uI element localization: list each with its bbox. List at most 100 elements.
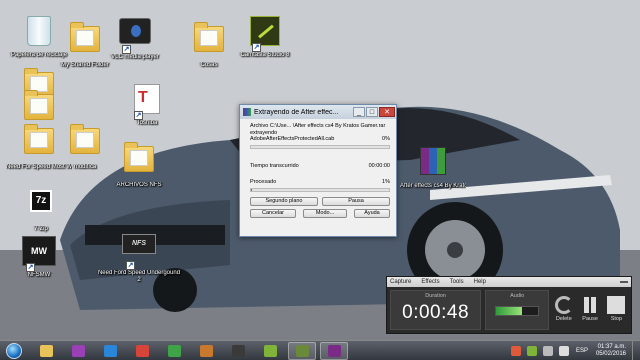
camtasia-icon: ↗ (248, 16, 282, 52)
recorder-minimize-button[interactable] (620, 281, 628, 283)
tray-app-icon[interactable] (526, 345, 537, 356)
archive-path: Archivo C:\Use... \After effects cs4 By … (250, 123, 386, 129)
start-button[interactable] (0, 341, 28, 360)
folder-icon (22, 90, 56, 128)
menu-capture[interactable]: Capture (390, 279, 411, 285)
dialog-title: Extrayendo de After effec... (254, 108, 339, 116)
ie-icon (103, 344, 117, 357)
camtasia-icon (263, 344, 277, 357)
clock[interactable]: 01:37 a.m. 05/02/2016 (596, 344, 626, 358)
stop-icon (607, 296, 626, 314)
toshiba-icon: T ↗ (130, 84, 164, 120)
audio-label: Audio (510, 293, 525, 299)
folder-icon (68, 124, 102, 162)
clock-time: 01:37 a.m. (597, 343, 626, 350)
desktop-icon-label: After effects cs4 By Kratos Gamer (400, 183, 466, 189)
menu-help[interactable]: Help (474, 279, 486, 285)
folder-icon (22, 124, 56, 162)
nfsmw-icon: MW ↗ (22, 236, 56, 272)
recycle-bin-icon (22, 16, 56, 50)
audio-level-meter[interactable] (495, 306, 540, 316)
file-percent: 0% (382, 136, 390, 142)
elapsed-value: 00:00:00 (368, 162, 390, 169)
desktop-icon-camtasia[interactable]: ↗ Camtasia Studio 8 (232, 14, 298, 59)
game-icon (199, 344, 213, 357)
taskbar-app-winrar[interactable] (320, 341, 348, 360)
taskbar-app-file-explorer[interactable] (32, 342, 60, 360)
vlc-icon: ↗ (118, 18, 152, 54)
taskbar-app-game[interactable] (192, 342, 220, 360)
7zip-icon: 7z (24, 190, 58, 224)
media-icon (71, 344, 85, 357)
desktop-icon-label: Cosas (200, 62, 218, 68)
pause-icon (581, 296, 599, 314)
pause-button[interactable]: Pausa (322, 196, 390, 206)
desktop-icon-toshiba[interactable]: T ↗ Toshiba (114, 82, 180, 127)
total-progress-bar (250, 187, 390, 192)
desktop-icon-archivos-nfs[interactable]: ARCHIVOS NFS (106, 142, 172, 189)
menu-effects[interactable]: Effects (421, 279, 439, 285)
folder-icon (68, 22, 102, 60)
desktop-icon-nfs-underground-2[interactable]: NFS ↗ Need Ford Speed Undergound 2 (96, 224, 182, 284)
system-tray: ESP 01:37 a.m. 05/02/2016 (508, 340, 640, 360)
network-icon[interactable] (542, 345, 553, 356)
file-progress-bar (250, 144, 390, 149)
menu-tools[interactable]: Tools (450, 279, 464, 285)
winrar-icon (243, 108, 251, 116)
windows-logo-icon (6, 342, 22, 359)
mode-button[interactable]: Modo... (303, 208, 347, 218)
terminal-icon (231, 344, 245, 357)
delete-button[interactable]: Delete (552, 290, 575, 322)
chrome2-icon (167, 344, 181, 357)
taskbar-app-terminal[interactable] (224, 342, 252, 360)
volume-icon[interactable] (558, 345, 569, 356)
desktop-icon-vlc[interactable]: ↗ VLC media player (102, 14, 168, 61)
desktop-icon-7zip[interactable]: 7z 7-Zip (8, 184, 74, 233)
file-explorer-icon (39, 344, 53, 357)
desktop-icon-after-effects-rar[interactable]: After effects cs4 By Kratos Gamer (400, 144, 466, 190)
cancel-button[interactable]: Cancelar (250, 208, 296, 218)
audio-panel: Audio (485, 290, 550, 330)
desktop-icon-nfsmw[interactable]: MW ↗ NFSMW (6, 234, 72, 279)
taskbar-app-chrome2[interactable] (160, 342, 188, 360)
taskbar-app-ie[interactable] (96, 342, 124, 360)
delete-icon (554, 296, 573, 314)
current-file: AdobeAfterEffectsProtectedAll.cab (250, 136, 335, 142)
winrar-icon (327, 344, 341, 357)
processed-label: Procesado (250, 179, 277, 185)
dialog-titlebar[interactable]: Extrayendo de After effec... _ □ ✕ (240, 105, 396, 119)
nfs-underground-icon: NFS ↗ (122, 234, 156, 270)
taskbar-app-camtasia[interactable] (256, 342, 284, 360)
show-desktop-button[interactable] (632, 340, 640, 360)
clock-date: 05/02/2016 (595, 350, 626, 357)
elapsed-label: Tiempo transcurrido (250, 162, 299, 169)
stop-button[interactable]: Stop (605, 290, 628, 322)
maximize-button[interactable]: □ (366, 107, 378, 117)
stop-label: Stop (610, 316, 623, 322)
folder-icon (122, 142, 156, 180)
taskbar-app-media[interactable] (64, 342, 92, 360)
duration-label: Duration (425, 293, 446, 299)
minimize-button[interactable]: _ (353, 107, 365, 117)
desktop-icon-label: Camtasia Studio 8 (240, 52, 290, 58)
pause-recording-button[interactable]: Pause (578, 290, 601, 322)
taskbar: ESP 01:37 a.m. 05/02/2016 (0, 340, 640, 360)
desktop-icon-label: Toshiba (136, 120, 158, 126)
desktop-icon-label: NFSMW (27, 272, 51, 278)
language-indicator[interactable]: ESP (576, 348, 588, 354)
taskbar-app-recorder[interactable] (288, 341, 316, 360)
winrar-archive-icon (416, 147, 450, 181)
recorder-icon (295, 344, 309, 357)
close-button[interactable]: ✕ (379, 107, 395, 117)
taskbar-app-chrome[interactable] (128, 342, 156, 360)
pause-label: Pause (582, 316, 598, 322)
delete-label: Delete (555, 316, 572, 322)
recorder-widget: Capture Effects Tools Help Duration 0:00… (386, 276, 632, 334)
desktop-icon-label: VLC media player (111, 54, 159, 60)
tray-app-icon[interactable] (510, 345, 521, 356)
desktop-icon-label: ARCHIVOS NFS (116, 182, 162, 188)
duration-panel: Duration 0:00:48 (390, 290, 482, 330)
background-button[interactable]: Segundo plano (250, 196, 318, 206)
recorder-menu-bar: Capture Effects Tools Help (387, 277, 631, 287)
help-button[interactable]: Ayuda (354, 208, 390, 218)
